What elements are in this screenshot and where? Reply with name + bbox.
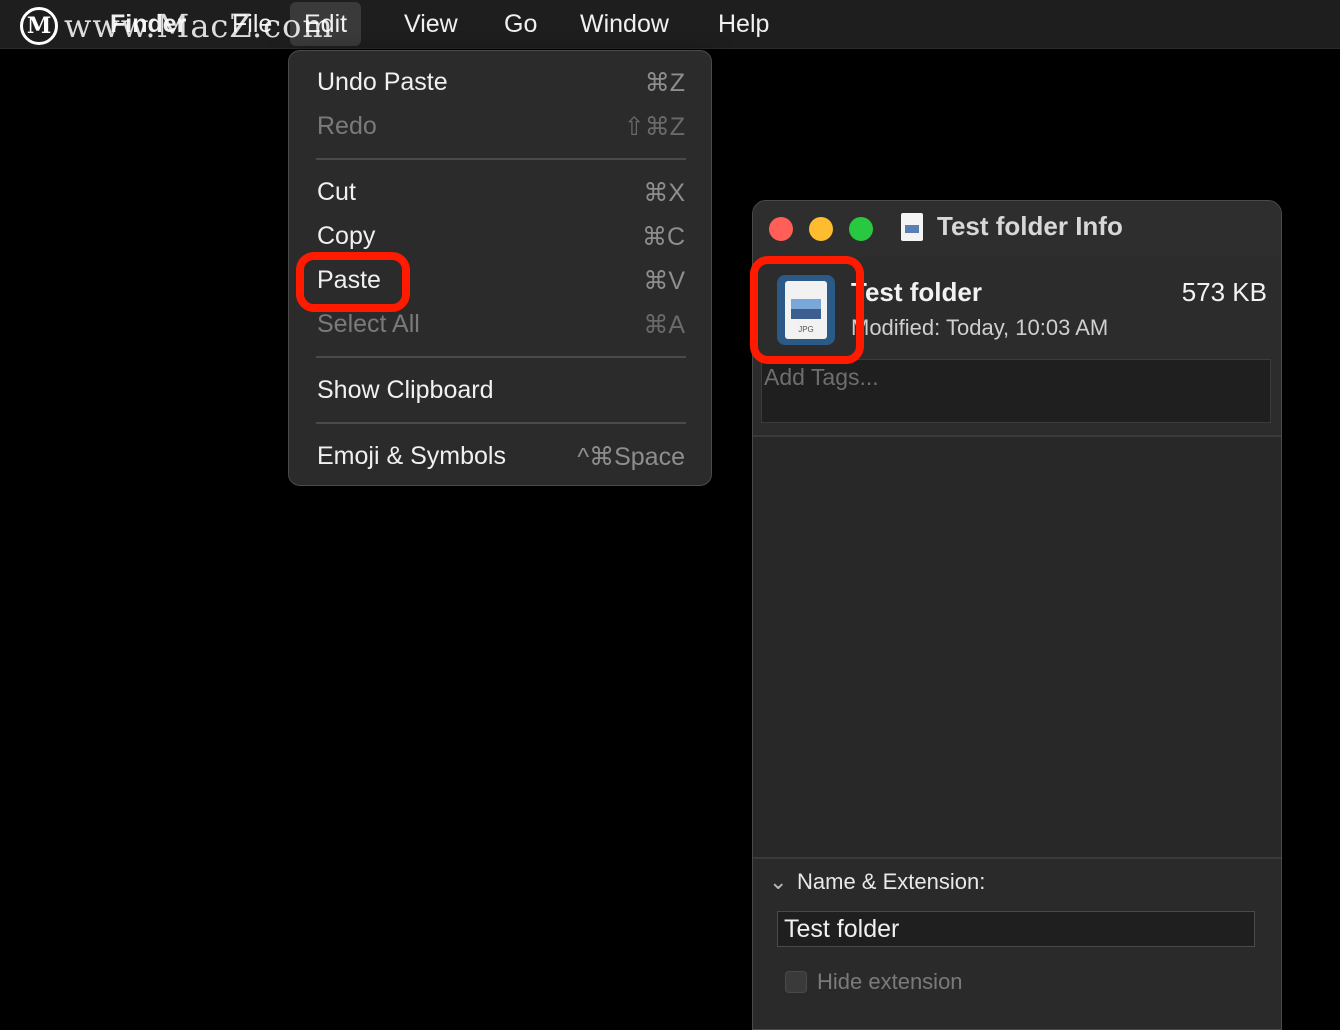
menu-window[interactable]: Window — [566, 0, 683, 48]
hide-extension-checkbox[interactable] — [785, 971, 807, 993]
menu-item-label: Paste — [317, 266, 381, 294]
menu-help[interactable]: Help — [704, 0, 783, 48]
menu-item-show-clipboard[interactable]: Show Clipboard — [289, 371, 711, 411]
modified-date: Modified: Today, 10:03 AM — [851, 315, 1109, 340]
menu-item-shortcut: ⌘V — [643, 267, 685, 295]
menu-item-redo: Redo ⇧⌘Z — [289, 107, 711, 147]
info-window: Test folder Info JPG Test folder 573 KB … — [752, 200, 1282, 1030]
minimize-button[interactable] — [809, 217, 833, 241]
section-heading[interactable]: Name & Extension: — [797, 869, 985, 895]
menu-item-undo-paste[interactable]: Undo Paste ⌘Z — [289, 63, 711, 103]
menu-item-label: Cut — [317, 178, 356, 206]
name-field[interactable]: Test folder — [777, 911, 1255, 947]
menu-item-emoji-symbols[interactable]: Emoji & Symbols ^⌘Space — [289, 437, 711, 477]
menu-item-label: Emoji & Symbols — [317, 442, 506, 470]
zoom-button[interactable] — [849, 217, 873, 241]
menu-separator — [316, 356, 686, 358]
menu-item-shortcut: ⌘Z — [644, 69, 685, 97]
file-size: 573 KB — [1181, 277, 1267, 307]
menu-separator — [316, 158, 686, 160]
menu-edit[interactable]: Edit — [290, 2, 362, 46]
menu-finder[interactable]: Finder — [96, 0, 200, 48]
menu-item-select-all: Select All ⌘A — [289, 305, 711, 345]
menu-item-shortcut: ^⌘Space — [577, 443, 685, 471]
menu-item-copy[interactable]: Copy ⌘C — [289, 217, 711, 257]
chevron-down-icon[interactable]: ⌄ — [769, 869, 787, 895]
menu-item-label: Redo — [317, 112, 377, 140]
document-icon — [901, 213, 923, 241]
name-extension-section: ⌄ Name & Extension: Test folder Hide ext… — [753, 857, 1281, 1029]
menu-item-cut[interactable]: Cut ⌘X — [289, 173, 711, 213]
tags-input[interactable]: Add Tags... — [761, 359, 1271, 423]
info-header: JPG Test folder 573 KB Modified: Today, … — [753, 257, 1281, 437]
menu-item-shortcut: ⇧⌘Z — [623, 113, 685, 141]
file-name: Test folder — [851, 277, 982, 307]
close-button[interactable] — [769, 217, 793, 241]
image-preview-icon — [791, 299, 821, 319]
menu-separator — [316, 422, 686, 424]
menu-go[interactable]: Go — [490, 0, 551, 48]
menu-item-paste[interactable]: Paste ⌘V — [289, 261, 711, 301]
edit-menu: Undo Paste ⌘Z Redo ⇧⌘Z Cut ⌘X Copy ⌘C Pa… — [288, 50, 712, 486]
menu-bar: Finder File Edit View Go Window Help — [0, 0, 1340, 49]
window-title: Test folder Info — [937, 211, 1123, 241]
menu-item-label: Copy — [317, 222, 376, 250]
jpg-file-icon: JPG — [785, 281, 827, 339]
menu-view[interactable]: View — [390, 0, 472, 48]
info-titlebar: Test folder Info — [753, 201, 1281, 258]
menu-item-label: Select All — [317, 310, 420, 338]
menu-item-shortcut: ⌘A — [643, 311, 685, 339]
menu-file[interactable]: File — [218, 0, 286, 48]
menu-item-label: Show Clipboard — [317, 376, 494, 404]
menu-item-shortcut: ⌘C — [641, 223, 685, 251]
menu-item-shortcut: ⌘X — [643, 179, 685, 207]
menu-item-label: Undo Paste — [317, 68, 448, 96]
hide-extension-label: Hide extension — [817, 969, 963, 994]
file-icon-wrap[interactable]: JPG — [777, 275, 835, 345]
file-extension-badge: JPG — [798, 325, 814, 334]
